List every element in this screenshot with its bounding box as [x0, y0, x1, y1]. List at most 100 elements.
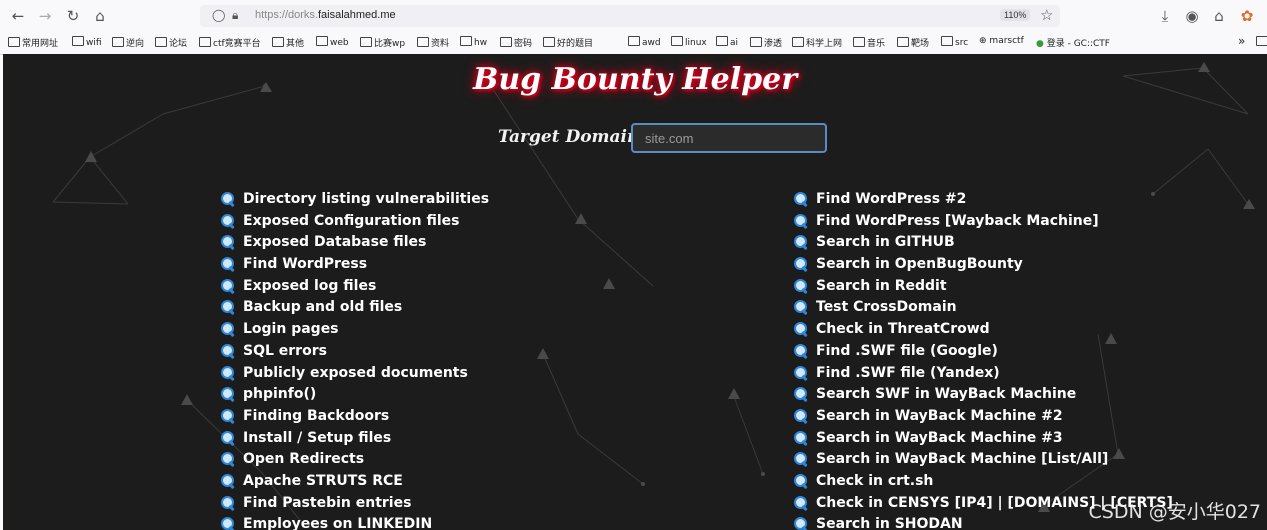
magnifier-icon [793, 451, 808, 468]
dork-link[interactable]: Directory listing vulnerabilities [220, 189, 489, 211]
bookmark-folder[interactable]: 逆向 [112, 36, 144, 49]
bookmark-folder[interactable]: wifi [72, 36, 102, 48]
magnifier-icon [793, 408, 808, 425]
dork-link[interactable]: Search in OpenBugBounty [793, 254, 1173, 276]
lock-icon: 🔒︎ [232, 8, 239, 22]
page-title: Bug Bounty Helper [472, 62, 797, 97]
dork-list-right: Find WordPress #2 Find WordPress [Waybac… [793, 189, 1173, 530]
dork-link[interactable]: Publicly exposed documents [220, 363, 489, 385]
folder-icon [272, 37, 284, 47]
dork-link[interactable]: Search in GITHUB [793, 232, 1173, 254]
folder-icon [941, 36, 953, 46]
dork-link[interactable]: Find .SWF file (Google) [793, 341, 1173, 363]
shield-icon: ◯ [212, 8, 226, 22]
folder-icon [1256, 36, 1267, 46]
bookmark-star-icon[interactable]: ☆ [1040, 6, 1053, 24]
dork-link[interactable]: Find WordPress [Wayback Machine] [793, 211, 1173, 233]
magnifier-icon [793, 473, 808, 490]
bookmark-link[interactable]: ⊕ marsctf [979, 36, 1024, 46]
dork-link[interactable]: Find Pastebin entries [220, 493, 489, 515]
download-icon[interactable]: ⤓ [1156, 7, 1174, 25]
dork-link[interactable]: Apache STRUTS RCE [220, 471, 489, 493]
magnifier-icon [793, 278, 808, 294]
magnifier-icon [793, 343, 808, 359]
bookmark-folder[interactable]: awd [628, 36, 661, 48]
bookmark-folder[interactable]: src [941, 36, 968, 48]
dork-link[interactable]: Exposed Configuration files [220, 211, 489, 233]
magnifier-icon [220, 516, 235, 530]
account-icon[interactable]: ◉ [1183, 7, 1201, 25]
dork-link[interactable]: Backup and old files [220, 297, 489, 319]
bookmark-folder[interactable]: linux [671, 36, 707, 48]
folder-icon [72, 36, 84, 46]
magnifier-icon [220, 321, 235, 338]
bookmark-folder[interactable]: 音乐 [853, 36, 885, 49]
bookmark-folder[interactable]: 常用网址 [8, 36, 58, 49]
folder-icon [543, 37, 555, 47]
address-bar[interactable]: ◯ 🔒︎ https://dorks.faisalahmed.me 110% ☆ [200, 5, 1060, 27]
folder-icon [853, 37, 865, 47]
dork-list-left: Directory listing vulnerabilities Expose… [220, 189, 489, 530]
bookmarks-bar: 常用网址 wifi 逆向 论坛 ctf竞赛平台 其他 web 比赛wp 资料 h… [0, 32, 1267, 55]
dork-link[interactable]: Find WordPress [220, 254, 489, 276]
bookmark-folder[interactable]: 科学上网 [792, 36, 842, 49]
magnifier-icon [220, 256, 235, 273]
dork-link[interactable]: Find WordPress #2 [793, 189, 1173, 211]
bookmark-folder[interactable]: 靶场 [897, 36, 929, 49]
dork-link[interactable]: SQL errors [220, 341, 489, 363]
more-bookmarks-icon[interactable]: » [1238, 34, 1245, 48]
bookmark-link[interactable]: ● 登录 - GC::CTF [1036, 36, 1110, 49]
bookmark-folder[interactable]: ai [716, 36, 738, 48]
dork-link[interactable]: Search SWF in WayBack Machine [793, 384, 1173, 406]
dork-link[interactable]: Test CrossDomain [793, 297, 1173, 319]
magnifier-icon [793, 386, 808, 403]
dork-link[interactable]: Search in Reddit [793, 276, 1173, 298]
bookmark-folder[interactable]: 好的题目 [543, 36, 593, 49]
dork-link[interactable]: Search in WayBack Machine #3 [793, 428, 1173, 450]
bookmark-folder[interactable]: 论坛 [155, 36, 187, 49]
back-arrow-icon[interactable]: ← [9, 7, 27, 25]
dork-link[interactable]: Exposed Database files [220, 232, 489, 254]
bookmark-folder[interactable]: hw [460, 36, 487, 48]
dork-link[interactable]: Search in WayBack Machine [List/All] [793, 449, 1173, 471]
magnifier-icon [793, 191, 808, 208]
magnifier-icon [220, 213, 235, 229]
bookmark-folder[interactable]: 渗透 [750, 36, 782, 49]
dork-link[interactable]: Install / Setup files [220, 428, 489, 450]
dork-link[interactable]: Open Redirects [220, 449, 489, 471]
bookmark-folder[interactable]: web [316, 36, 349, 48]
dork-link[interactable]: phpinfo() [220, 384, 489, 406]
folder-icon [8, 37, 20, 47]
dork-link[interactable]: Login pages [220, 319, 489, 341]
bookmark-folder[interactable]: 密码 [500, 36, 532, 49]
url-text[interactable]: https://dorks.faisalahmed.me [255, 9, 396, 21]
zoom-level[interactable]: 110% [1000, 9, 1031, 21]
dork-link[interactable]: Finding Backdoors [220, 406, 489, 428]
magnifier-icon [793, 321, 808, 338]
folder-icon [792, 37, 804, 47]
home-icon[interactable]: ⌂ [91, 7, 109, 25]
bookmark-folder[interactable]: 资料 [417, 36, 449, 49]
dork-link[interactable]: Employees on LINKEDIN [220, 514, 489, 530]
firefox-menu-icon[interactable]: ✿ [1238, 7, 1256, 25]
magnifier-icon [220, 495, 235, 511]
other-bookmarks-folder[interactable] [1256, 36, 1267, 48]
bookmark-folder[interactable]: ctf竞赛平台 [199, 36, 261, 49]
dork-link[interactable]: Check in ThreatCrowd [793, 319, 1173, 341]
magnifier-icon [220, 234, 235, 251]
folder-icon [716, 36, 728, 46]
dork-link[interactable]: Check in crt.sh [793, 471, 1173, 493]
dork-link[interactable]: Exposed log files [220, 276, 489, 298]
bookmark-folder[interactable]: 其他 [272, 36, 304, 49]
dork-link[interactable]: Search in WayBack Machine #2 [793, 406, 1173, 428]
csdn-watermark: CSDN @安小华027 [1088, 501, 1261, 523]
target-domain-input[interactable] [631, 123, 827, 153]
dork-link[interactable]: Find .SWF file (Yandex) [793, 363, 1173, 385]
magnifier-icon [220, 386, 235, 403]
folder-icon [500, 37, 512, 47]
reload-icon[interactable]: ↻ [64, 7, 82, 25]
browser-toolbar: ← → ↻ ⌂ ◯ 🔒︎ https://dorks.faisalahmed.m… [0, 0, 1267, 32]
bookmark-folder[interactable]: 比赛wp [360, 36, 405, 49]
forward-arrow-icon[interactable]: → [36, 7, 54, 25]
extensions-icon[interactable]: ⌂ [1210, 7, 1228, 25]
